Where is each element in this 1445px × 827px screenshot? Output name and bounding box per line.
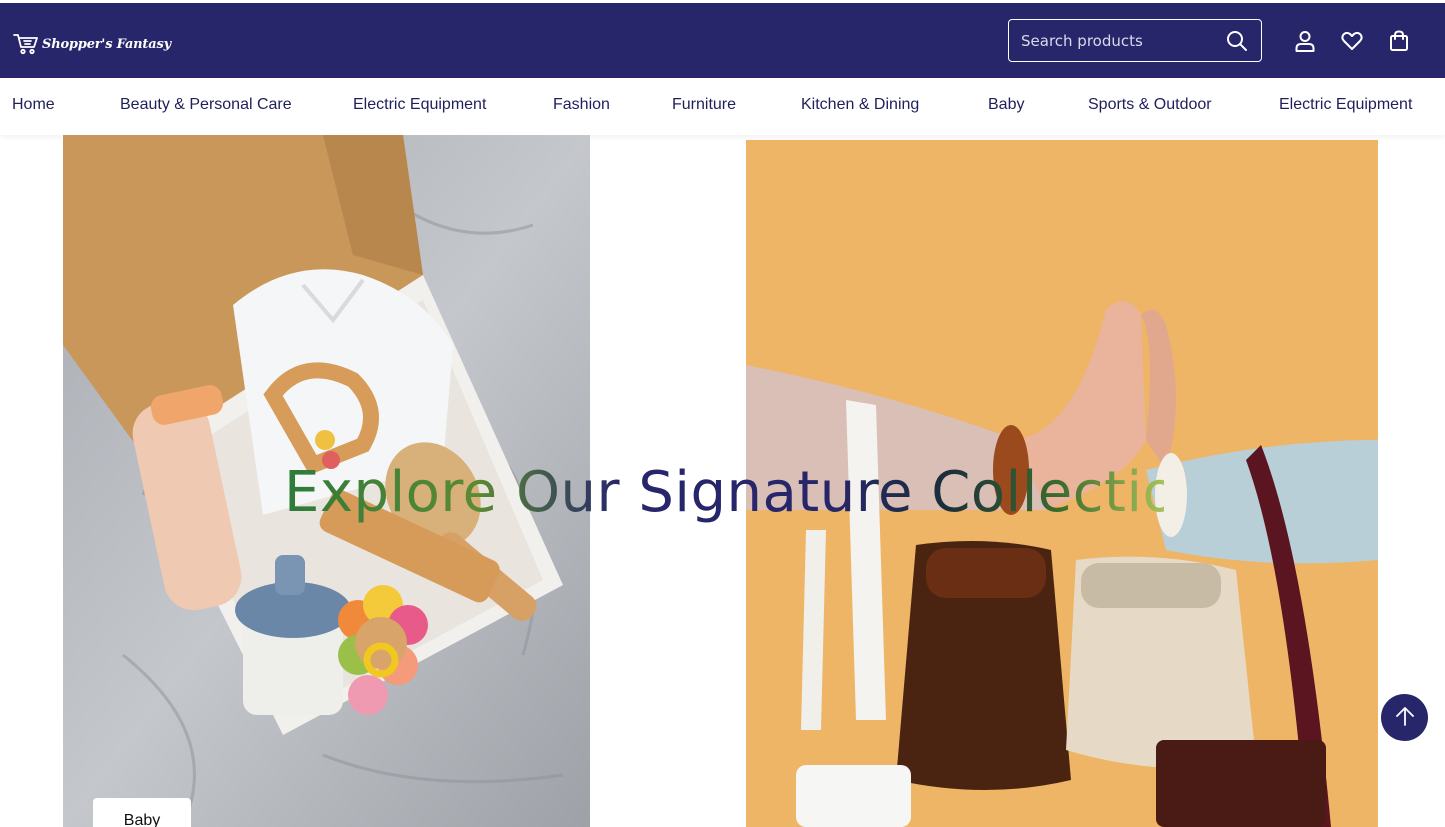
nav-item-electric-equipment[interactable]: Electric Equipment [353, 96, 486, 114]
collection-label-baby[interactable]: Baby [93, 798, 191, 827]
site-header: Shopper's Fantasy [0, 3, 1445, 78]
hero-headline: Explore Our Signature Collections [284, 460, 1242, 532]
search-icon[interactable] [1226, 30, 1248, 52]
shopping-bag-icon[interactable] [1388, 30, 1410, 52]
nav-item-baby[interactable]: Baby [988, 96, 1024, 114]
logo-text: Shopper's Fantasy [42, 36, 171, 52]
user-icon[interactable] [1294, 30, 1316, 52]
cart-logo-icon [13, 32, 39, 56]
site-logo[interactable]: Shopper's Fantasy [13, 31, 171, 57]
nav-item-beauty-personal-care[interactable]: Beauty & Personal Care [120, 96, 292, 114]
arrow-up-icon [1394, 705, 1416, 731]
heart-icon[interactable] [1341, 30, 1363, 52]
nav-item-home[interactable]: Home [12, 96, 55, 114]
scroll-to-top-button[interactable] [1381, 694, 1428, 741]
nav-item-fashion[interactable]: Fashion [553, 96, 610, 114]
category-nav: Home Beauty & Personal Care Electric Equ… [0, 78, 1445, 135]
search-box [1008, 19, 1262, 62]
nav-item-kitchen-dining[interactable]: Kitchen & Dining [801, 96, 919, 114]
nav-item-furniture[interactable]: Furniture [672, 96, 736, 114]
nav-item-sports-outdoor[interactable]: Sports & Outdoor [1088, 96, 1212, 114]
nav-item-electric-equipment-2[interactable]: Electric Equipment [1279, 96, 1412, 114]
search-input[interactable] [1021, 30, 1221, 52]
